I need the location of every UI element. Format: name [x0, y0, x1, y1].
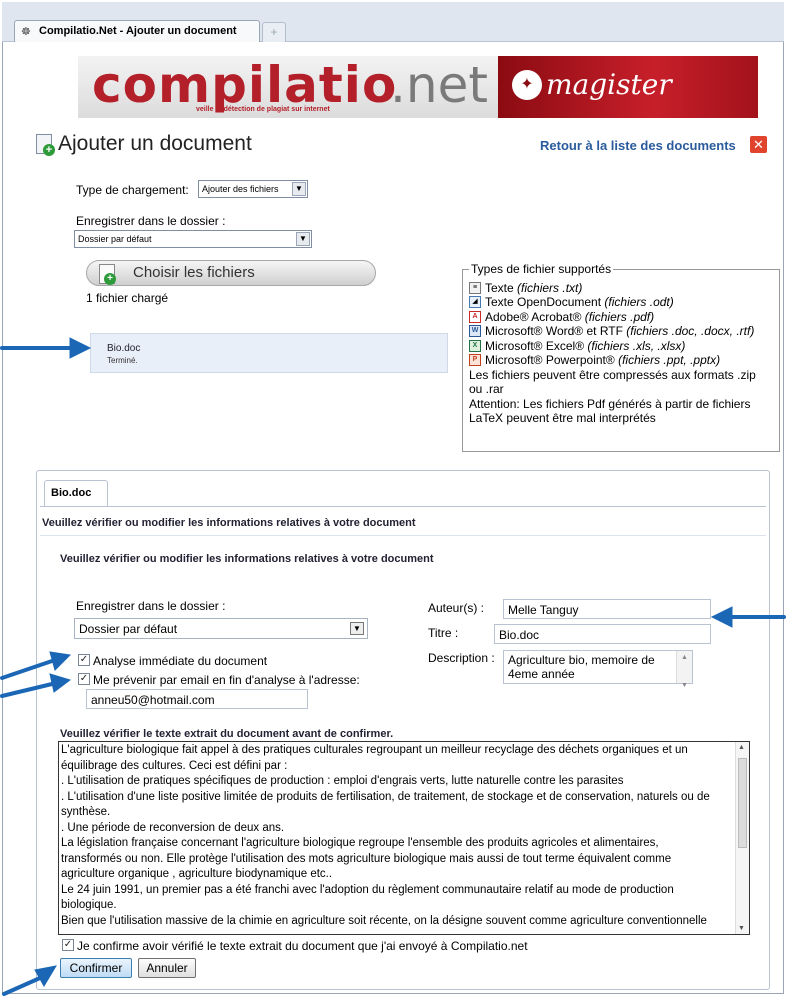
arrow-to-confirm: [2, 976, 42, 996]
arrow-to-notify-head: [49, 673, 72, 693]
arrow-to-notify: [0, 682, 54, 698]
arrow-to-file-head: [69, 337, 92, 359]
annotation-arrows: [0, 337, 786, 996]
arrow-to-confirm-head: [34, 965, 58, 987]
arrow-to-analyse-head: [49, 651, 72, 671]
arrow-to-analyse: [0, 659, 54, 680]
arrow-to-author-head: [710, 606, 733, 628]
